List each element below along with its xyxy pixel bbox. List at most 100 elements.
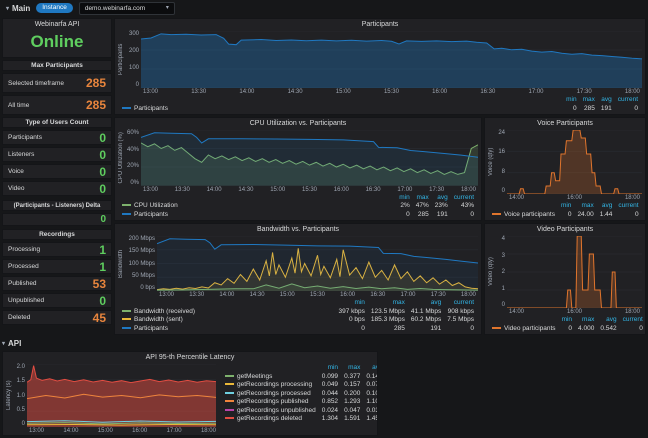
x-tick: 15:00 [270,186,285,194]
y-tick: 40% [125,147,139,153]
api-row-toggle[interactable]: ▾ API [2,338,646,349]
x-tick: 13:00 [143,186,158,194]
x-tick: 16:30 [366,186,381,194]
legend-series-label[interactable]: Participants [119,211,396,220]
y-tick: 60% [125,130,139,136]
legend-stat-header: min [559,316,575,325]
cpu-plot[interactable] [141,130,478,186]
panel-title[interactable]: Bandwidth vs. Participants [115,224,481,235]
legend: minmaxavgcurrentBandwidth (received)397 … [115,299,481,334]
latency-plot[interactable] [27,364,216,427]
legend-series-label[interactable]: getRecordings deleted [222,415,319,424]
legend-series-label[interactable]: getMeetings [222,373,319,382]
legend-stat-value: 0.377 [341,373,363,382]
panel-title[interactable]: Participants [115,19,645,30]
y-axis-ticks: 241680 [495,130,507,194]
panel-title[interactable]: API 95-th Percentile Latency [3,352,377,363]
api-row-label: API [8,339,21,348]
video-plot[interactable] [507,236,642,308]
legend-series-label[interactable]: getRecordings processing [222,381,319,390]
y-tick: 150 Mbps [125,248,155,254]
x-tick: 14:00 [207,186,222,194]
y-tick: 0 [125,82,139,88]
y-tick: 8 [495,169,505,175]
x-tick: 14:00 [509,194,524,202]
stat-all-time: All time 285 [2,95,112,115]
stat-label: Published [8,280,37,287]
x-tick: 13:00 [143,88,158,96]
main-row-toggle[interactable]: ▾ Main [6,4,30,13]
chart-canvas [141,31,642,88]
y-tick: 0% [125,180,139,186]
legend-stat-value: 397 kbps [336,308,368,317]
y-tick: 2.0 [13,364,25,370]
x-tick: 14:30 [250,291,265,299]
x-tick: 14:30 [238,186,253,194]
legend-stat-value: 4.000 [575,325,597,334]
legend: minmaxavgcurrentgetMeetings0.0990.3770.1… [219,363,377,435]
legend-header-spacer [222,364,319,373]
series-color-dash-icon [225,375,234,377]
x-axis-ticks: 13:0014:0015:0016:0017:0018:00 [29,427,216,435]
y-tick: 1.5 [13,378,25,384]
series-color-dash-icon [225,417,234,419]
stat-published: Published 53 [2,276,112,291]
x-axis-ticks: 13:0013:3014:0014:3015:0015:3016:0016:30… [143,88,640,96]
legend: minmaxavgcurrentVideo participants04.000… [485,316,645,334]
legend-series-label[interactable]: getRecordings processed [222,390,319,399]
x-tick: 15:30 [310,291,325,299]
legend-header-spacer [119,194,396,203]
stat-value: 0 [99,182,106,196]
series-color-dash-icon [122,318,131,320]
legend-series-label[interactable]: CPU Utilization [119,202,396,211]
legend-stat-value: 0 [620,325,646,334]
series-color-dash-icon [225,409,234,411]
legend-stat-header: avg [598,96,615,105]
bandwidth-plot[interactable] [157,236,478,291]
instance-select[interactable]: demo.webinarfa.com ▾ [79,2,175,15]
stat-value: 0 [99,148,106,162]
legend-series-label[interactable]: Participants [119,105,563,114]
legend-stat-value: 0.200 [341,390,363,399]
panel-title[interactable]: CPU Utilization vs. Participants [115,118,481,129]
legend-stat-header: avg [597,316,619,325]
legend-series-label[interactable]: Bandwidth (received) [119,308,336,317]
participants-plot[interactable] [141,31,642,88]
stat-value: 285 [86,98,106,112]
x-tick: 15:00 [98,427,113,435]
voice-plot[interactable] [507,130,642,194]
panel-title[interactable]: Video Participants [485,224,645,235]
legend-stat-value: 0 [558,211,574,220]
y-tick: 1 [495,286,505,292]
y-tick: 100 Mbps [125,261,155,267]
stat-label: Participants [8,134,42,141]
y-axis-label: Bandwidth [117,236,125,291]
stat-deleted: Deleted 45 [2,310,112,325]
panel-title[interactable]: Voice Participants [485,118,645,129]
legend-header-spacer [489,202,558,211]
header-recordings: Recordings [2,229,112,240]
y-axis-label: CPU Utilization (%) [117,130,125,186]
legend-header-spacer [119,299,336,308]
x-tick: 13:30 [189,291,204,299]
legend-stat-value: 0.099 [319,373,341,382]
series-color-dash-icon [122,310,131,312]
chevron-down-icon: ▾ [166,3,169,14]
legend-stat-value: 0.044 [319,390,341,399]
legend-series-label[interactable]: Voice participants [489,211,558,220]
legend-series-label[interactable]: Video participants [489,325,559,334]
legend-series-label[interactable]: Bandwidth (sent) [119,316,336,325]
chart-canvas [507,236,642,308]
legend-stat-value: 0 [615,105,641,114]
x-tick: 18:00 [201,427,216,435]
legend-series-label[interactable]: getRecordings published [222,398,319,407]
stat-label: Processed [8,263,39,270]
chart-canvas [507,130,642,194]
legend-series-label[interactable]: Participants [119,325,336,334]
legend-stat-header: max [574,202,596,211]
legend-series-label[interactable]: getRecordings unpublished [222,407,319,416]
legend-stat-value: 0 bps [336,316,368,325]
stat-label: All time [8,102,29,109]
panel-title[interactable]: Webinarfa API [3,19,111,30]
legend-stat-value: 0 [336,325,368,334]
